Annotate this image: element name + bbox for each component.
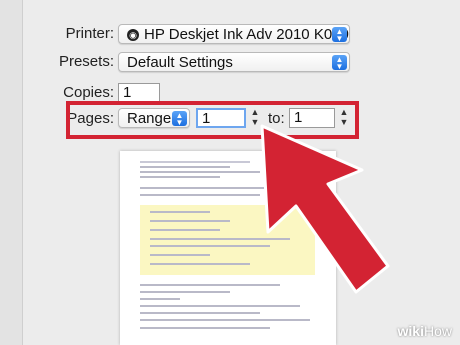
- pointer-arrow-icon: [260, 124, 390, 294]
- watermark-suffix: How: [423, 323, 452, 339]
- watermark: wikiHow: [398, 323, 452, 339]
- watermark-brand: wiki: [397, 323, 424, 339]
